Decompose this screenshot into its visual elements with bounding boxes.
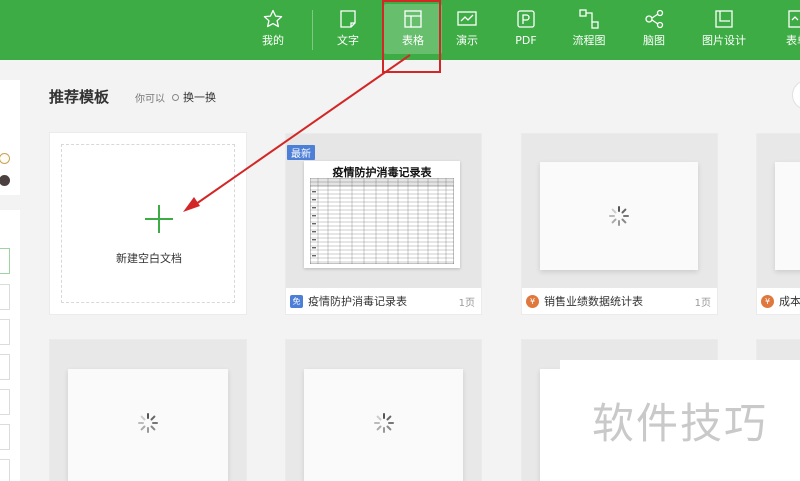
template-thumbnail: 疫情防护消毒记录表: [286, 134, 481, 288]
loading-placeholder: [540, 162, 698, 270]
template-type-icon: ¥: [526, 294, 539, 308]
template-type-icon: ¥: [761, 294, 774, 308]
loading-spinner-icon: [374, 413, 394, 433]
loading-spinner-icon: [609, 206, 629, 226]
left-list-item[interactable]: [0, 319, 10, 345]
template-pages: 1页: [458, 297, 475, 309]
tab-label: 表单: [786, 34, 800, 47]
template-title: 成本核: [779, 295, 800, 308]
left-list-item[interactable]: [0, 389, 10, 415]
loading-placeholder: [68, 369, 228, 481]
page-title: 推荐模板: [49, 88, 110, 106]
tab-presentation[interactable]: 演示: [436, 0, 498, 60]
template-card[interactable]: ¥ 成本核: [757, 134, 800, 314]
plus-icon: [145, 205, 173, 233]
left-list-item[interactable]: [0, 248, 10, 274]
tab-mine[interactable]: 我的: [242, 0, 304, 60]
left-list-item[interactable]: [0, 354, 10, 380]
loading-placeholder: [775, 162, 800, 270]
refresh-icon: [172, 93, 179, 101]
tab-form[interactable]: 表单: [766, 0, 800, 60]
template-card[interactable]: [286, 340, 481, 481]
blank-card-area: 新建空白文档: [61, 144, 235, 303]
toolbar-divider: [312, 10, 313, 50]
template-title: 疫情防护消毒记录表: [308, 295, 407, 308]
left-list-item[interactable]: [0, 284, 10, 310]
mindmap-icon: [643, 8, 665, 30]
tab-label: 图片设计: [702, 34, 746, 47]
template-thumbnail: [522, 134, 717, 288]
tab-label: 脑图: [643, 34, 665, 47]
loading-placeholder: [304, 369, 463, 481]
template-card[interactable]: 疫情防护消毒记录表 免 疫情防护消毒记录表 1页: [286, 134, 481, 314]
refresh-button[interactable]: 换一换: [172, 89, 216, 105]
flowchart-icon: [578, 8, 600, 30]
template-thumbnail: [286, 340, 481, 481]
tab-writer[interactable]: 文字: [317, 0, 379, 60]
tab-label: PDF: [515, 34, 537, 47]
tab-label: 演示: [456, 34, 478, 47]
template-thumbnail: [757, 134, 800, 288]
template-footer: ¥ 销售业绩数据统计表 1页: [522, 288, 717, 314]
sheet-grid: [310, 178, 454, 264]
highlight-annotation: [382, 0, 441, 73]
hint-text: 你可以: [135, 94, 165, 105]
tab-label: 流程图: [572, 34, 606, 47]
star-icon: [262, 8, 284, 30]
watermark-text: 软件技巧: [591, 399, 768, 448]
loading-spinner-icon: [138, 413, 158, 433]
refresh-label: 换一换: [183, 91, 216, 104]
spreadsheet-preview: 疫情防护消毒记录表: [304, 161, 460, 268]
form-icon: [786, 8, 800, 30]
document-icon: [337, 8, 359, 30]
left-list-item[interactable]: [0, 459, 10, 481]
left-list-item[interactable]: [0, 424, 10, 450]
template-footer: ¥ 成本核: [757, 288, 800, 314]
new-blank-document-card[interactable]: 新建空白文档: [50, 133, 246, 314]
template-card[interactable]: [50, 340, 246, 481]
presentation-icon: [456, 8, 478, 30]
watermark: 软件技巧: [560, 360, 800, 481]
template-type-icon: 免: [290, 294, 303, 308]
scroll-button[interactable]: [792, 80, 800, 110]
new-badge: 最新: [287, 145, 315, 160]
template-pages: 1页: [694, 297, 711, 309]
tab-label: 我的: [262, 34, 284, 47]
blank-card-label: 新建空白文档: [116, 252, 182, 265]
tab-flowchart[interactable]: 流程图: [558, 0, 620, 60]
tab-label: 文字: [337, 34, 359, 47]
tab-image-design[interactable]: 图片设计: [693, 0, 755, 60]
template-footer: 免 疫情防护消毒记录表 1页: [286, 288, 481, 314]
tab-pdf[interactable]: PDF: [495, 0, 557, 60]
template-title: 销售业绩数据统计表: [544, 295, 643, 308]
template-card[interactable]: ¥ 销售业绩数据统计表 1页: [522, 134, 717, 314]
template-thumbnail: [50, 340, 246, 481]
tab-mindmap[interactable]: 脑图: [623, 0, 685, 60]
pdf-icon: [515, 8, 537, 30]
image-design-icon: [713, 8, 735, 30]
